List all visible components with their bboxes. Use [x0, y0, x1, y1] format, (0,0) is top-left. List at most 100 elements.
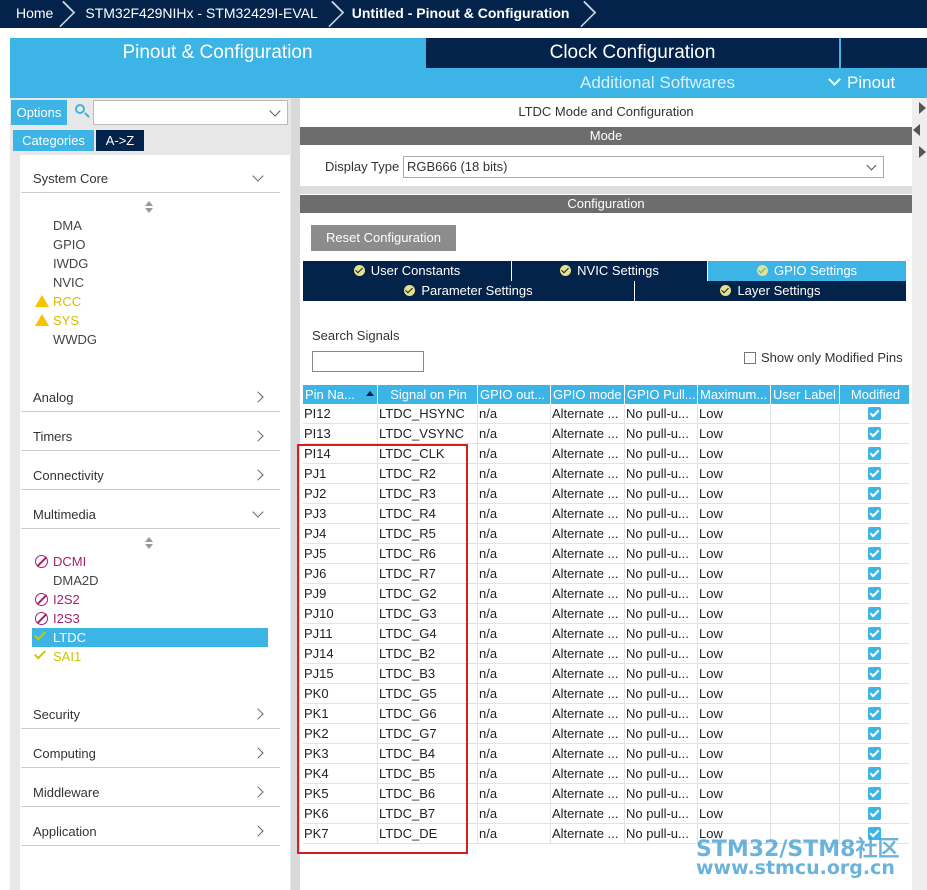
- search-signals-input[interactable]: [312, 351, 424, 372]
- tab-a-to-z[interactable]: A->Z: [96, 130, 144, 151]
- table-cell[interactable]: [771, 804, 840, 824]
- modified-checkbox[interactable]: [868, 527, 881, 540]
- collapse-arrow-icon[interactable]: [919, 102, 926, 114]
- category-system-core[interactable]: System Core: [21, 169, 280, 193]
- category-security[interactable]: Security: [21, 705, 280, 729]
- sort-arrows-icon[interactable]: [145, 201, 153, 215]
- table-cell[interactable]: [771, 764, 840, 784]
- tab-gpio-settings[interactable]: GPIO Settings: [708, 261, 906, 281]
- table-cell[interactable]: [771, 424, 840, 444]
- table-cell[interactable]: [771, 484, 840, 504]
- tab-layer-settings[interactable]: Layer Settings: [635, 281, 906, 301]
- display-type-select[interactable]: RGB666 (18 bits): [403, 156, 884, 178]
- list-item-dcmi[interactable]: DCMI: [53, 552, 86, 571]
- column-header-user-label[interactable]: User Label: [771, 385, 840, 404]
- tab-parameter-settings[interactable]: Parameter Settings: [303, 281, 634, 301]
- modified-checkbox[interactable]: [868, 727, 881, 740]
- breadcrumb-project[interactable]: Untitled - Pinout & Configuration: [340, 0, 592, 28]
- list-item-dma[interactable]: DMA: [53, 216, 82, 235]
- modified-checkbox[interactable]: [868, 547, 881, 560]
- table-cell[interactable]: [771, 544, 840, 564]
- modified-checkbox[interactable]: [868, 687, 881, 700]
- list-item-sai1[interactable]: SAI1: [53, 647, 81, 666]
- table-cell[interactable]: [771, 784, 840, 804]
- list-item-nvic[interactable]: NVIC: [53, 273, 84, 292]
- column-header-gpio-pull[interactable]: GPIO Pull...: [625, 385, 698, 404]
- modified-checkbox[interactable]: [868, 707, 881, 720]
- list-item-i2s3[interactable]: I2S3: [53, 609, 80, 628]
- modified-checkbox[interactable]: [868, 447, 881, 460]
- modified-checkbox[interactable]: [868, 787, 881, 800]
- chevron-down-icon[interactable]: [269, 105, 281, 117]
- category-timers[interactable]: Timers: [21, 427, 280, 451]
- table-row[interactable]: PI13 LTDC_VSYNC n/a Alternate ... No pull-u.…: [303, 424, 909, 444]
- list-item-rcc[interactable]: RCC: [53, 292, 81, 311]
- table-cell[interactable]: [771, 644, 840, 664]
- list-item-gpio[interactable]: GPIO: [53, 235, 86, 254]
- list-item-dma2d[interactable]: DMA2D: [53, 571, 99, 590]
- column-header-gpio-mode[interactable]: GPIO mode: [551, 385, 625, 404]
- tab-user-constants[interactable]: User Constants: [303, 261, 511, 281]
- pinout-menu-button[interactable]: Pinout: [828, 72, 895, 94]
- table-cell[interactable]: [771, 564, 840, 584]
- sort-arrows-icon[interactable]: [145, 537, 153, 551]
- column-header-pin-name[interactable]: Pin Na...: [303, 385, 378, 404]
- tab-nvic-settings[interactable]: NVIC Settings: [512, 261, 707, 281]
- modified-checkbox[interactable]: [868, 587, 881, 600]
- search-icon[interactable]: [74, 103, 90, 119]
- table-cell[interactable]: [771, 464, 840, 484]
- table-cell[interactable]: [771, 624, 840, 644]
- table-cell[interactable]: [771, 404, 840, 424]
- table-cell[interactable]: [771, 704, 840, 724]
- show-modified-checkbox[interactable]: [744, 352, 756, 364]
- category-multimedia[interactable]: Multimedia: [21, 505, 280, 529]
- reset-configuration-button[interactable]: Reset Configuration: [311, 225, 456, 251]
- list-item-i2s2[interactable]: I2S2: [53, 590, 80, 609]
- modified-checkbox[interactable]: [868, 427, 881, 440]
- tab-categories[interactable]: Categories: [13, 130, 94, 151]
- category-analog[interactable]: Analog: [21, 388, 280, 412]
- modified-checkbox[interactable]: [868, 487, 881, 500]
- list-item-sys[interactable]: SYS: [53, 311, 79, 330]
- modified-checkbox[interactable]: [868, 667, 881, 680]
- list-item-wwdg[interactable]: WWDG: [53, 330, 97, 349]
- category-computing[interactable]: Computing: [21, 744, 280, 768]
- table-cell[interactable]: [771, 724, 840, 744]
- table-cell[interactable]: [771, 604, 840, 624]
- modified-checkbox[interactable]: [868, 747, 881, 760]
- modified-checkbox[interactable]: [868, 607, 881, 620]
- modified-checkbox[interactable]: [868, 407, 881, 420]
- breadcrumb-device[interactable]: STM32F429NIHx - STM32429I-EVAL: [71, 0, 339, 28]
- collapse-arrow-icon[interactable]: [919, 146, 926, 158]
- table-cell[interactable]: [771, 744, 840, 764]
- column-header-signal[interactable]: Signal on Pin: [378, 385, 478, 404]
- table-cell[interactable]: [771, 524, 840, 544]
- tab-clock-configuration[interactable]: Clock Configuration: [426, 38, 839, 68]
- category-application[interactable]: Application: [21, 822, 280, 846]
- modified-checkbox[interactable]: [868, 647, 881, 660]
- modified-checkbox[interactable]: [868, 807, 881, 820]
- breadcrumb-home[interactable]: Home: [0, 0, 71, 28]
- column-header-gpio-output[interactable]: GPIO out...: [478, 385, 551, 404]
- table-cell[interactable]: [771, 664, 840, 684]
- modified-checkbox[interactable]: [868, 767, 881, 780]
- table-cell[interactable]: [771, 504, 840, 524]
- options-button[interactable]: Options: [11, 100, 67, 125]
- column-header-modified[interactable]: Modified: [840, 385, 909, 404]
- expand-arrow-icon[interactable]: [913, 124, 920, 136]
- list-item-iwdg[interactable]: IWDG: [53, 254, 88, 273]
- modified-checkbox[interactable]: [868, 507, 881, 520]
- table-row[interactable]: PI12 LTDC_HSYNC n/a Alternate ... No pull-u.…: [303, 404, 909, 424]
- table-cell[interactable]: [771, 684, 840, 704]
- table-cell[interactable]: [771, 584, 840, 604]
- column-header-maximum[interactable]: Maximum...: [698, 385, 771, 404]
- table-cell[interactable]: [771, 444, 840, 464]
- modified-checkbox[interactable]: [868, 567, 881, 580]
- category-middleware[interactable]: Middleware: [21, 783, 280, 807]
- modified-checkbox[interactable]: [868, 467, 881, 480]
- category-connectivity[interactable]: Connectivity: [21, 466, 280, 490]
- modified-checkbox[interactable]: [868, 627, 881, 640]
- additional-softwares-button[interactable]: Additional Softwares: [580, 72, 735, 94]
- list-item-ltdc[interactable]: LTDC: [53, 628, 86, 647]
- search-combo-input[interactable]: [93, 100, 288, 125]
